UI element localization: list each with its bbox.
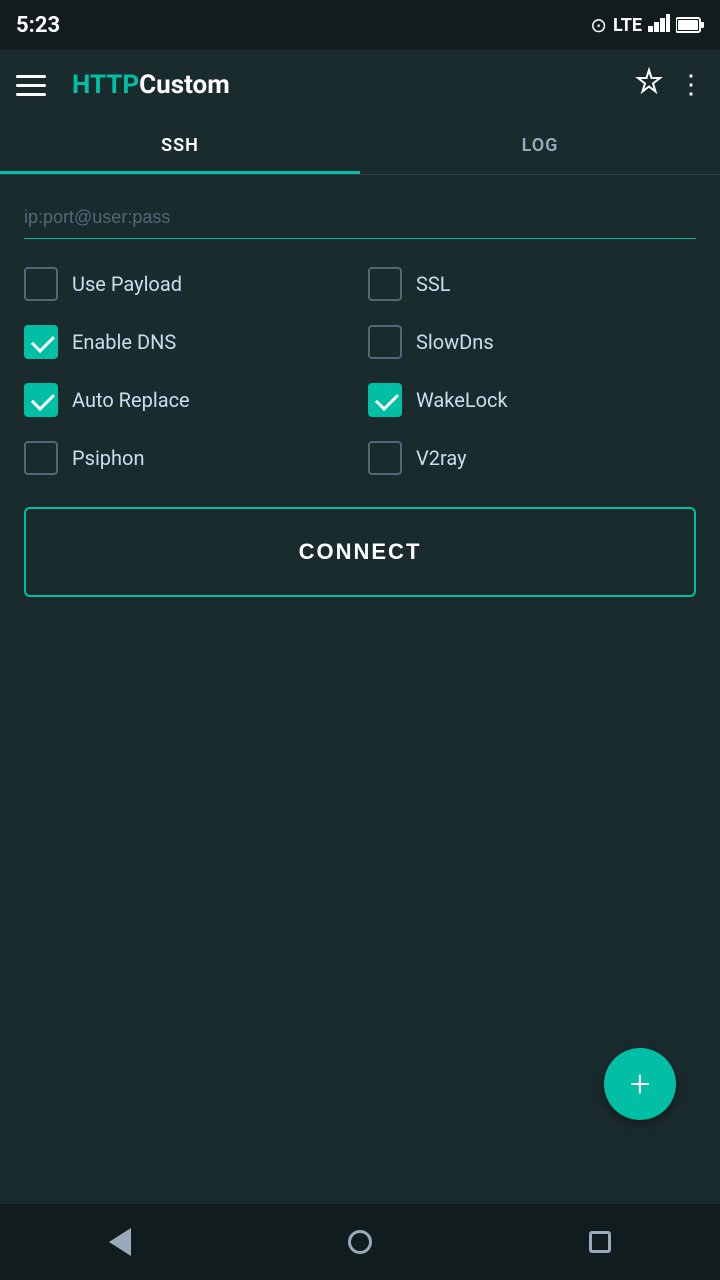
label-ssl: SSL <box>416 272 451 296</box>
option-enable-dns[interactable]: Enable DNS <box>24 325 352 359</box>
battery-icon <box>676 16 704 34</box>
app-notification-icon: ⊙ <box>590 13 607 37</box>
checkbox-wakelock[interactable] <box>368 383 402 417</box>
checkbox-use-payload[interactable] <box>24 267 58 301</box>
options-grid: Use Payload SSL Enable DNS SlowDns Auto … <box>24 267 696 475</box>
label-use-payload: Use Payload <box>72 272 182 296</box>
checkbox-auto-replace[interactable] <box>24 383 58 417</box>
tab-ssh[interactable]: SSH <box>0 120 360 174</box>
option-auto-replace[interactable]: Auto Replace <box>24 383 352 417</box>
checkbox-enable-dns[interactable] <box>24 325 58 359</box>
label-slowdns: SlowDns <box>416 330 494 354</box>
option-use-payload[interactable]: Use Payload <box>24 267 352 301</box>
label-wakelock: WakeLock <box>416 388 508 412</box>
lte-icon: LTE <box>613 15 642 36</box>
option-ssl[interactable]: SSL <box>368 267 696 301</box>
checkbox-v2ray[interactable] <box>368 441 402 475</box>
label-enable-dns: Enable DNS <box>72 330 176 354</box>
checkbox-slowdns[interactable] <box>368 325 402 359</box>
signal-icon <box>648 14 670 36</box>
option-v2ray[interactable]: V2ray <box>368 441 696 475</box>
fab-area: + <box>24 597 696 1180</box>
bookmark-icon[interactable] <box>634 67 664 104</box>
toolbar: HTTP Custom ⋮ <box>0 50 720 120</box>
tabs-container: SSH LOG <box>0 120 720 175</box>
status-time: 5:23 <box>16 13 60 38</box>
status-icons: ⊙ LTE <box>590 13 704 37</box>
checkbox-ssl[interactable] <box>368 267 402 301</box>
option-slowdns[interactable]: SlowDns <box>368 325 696 359</box>
main-content: Use Payload SSL Enable DNS SlowDns Auto … <box>0 175 720 1204</box>
nav-bar <box>0 1204 720 1280</box>
nav-home-button[interactable] <box>335 1217 385 1267</box>
toolbar-actions: ⋮ <box>634 67 704 104</box>
option-wakelock[interactable]: WakeLock <box>368 383 696 417</box>
app-title: HTTP Custom <box>72 70 618 100</box>
ssh-input-container <box>24 203 696 239</box>
option-psiphon[interactable]: Psiphon <box>24 441 352 475</box>
ssh-input[interactable] <box>24 203 696 232</box>
nav-back-button[interactable] <box>95 1217 145 1267</box>
fab-add-button[interactable]: + <box>604 1048 676 1120</box>
tab-log[interactable]: LOG <box>360 120 720 174</box>
status-bar: 5:23 ⊙ LTE <box>0 0 720 50</box>
label-auto-replace: Auto Replace <box>72 388 190 412</box>
label-v2ray: V2ray <box>416 446 467 470</box>
label-psiphon: Psiphon <box>72 446 145 470</box>
checkbox-psiphon[interactable] <box>24 441 58 475</box>
title-http: HTTP <box>72 70 139 100</box>
connect-button[interactable]: CONNECT <box>24 507 696 597</box>
menu-button[interactable] <box>16 65 56 105</box>
title-custom: Custom <box>139 70 230 100</box>
more-options-icon[interactable]: ⋮ <box>678 70 704 100</box>
nav-recents-button[interactable] <box>575 1217 625 1267</box>
